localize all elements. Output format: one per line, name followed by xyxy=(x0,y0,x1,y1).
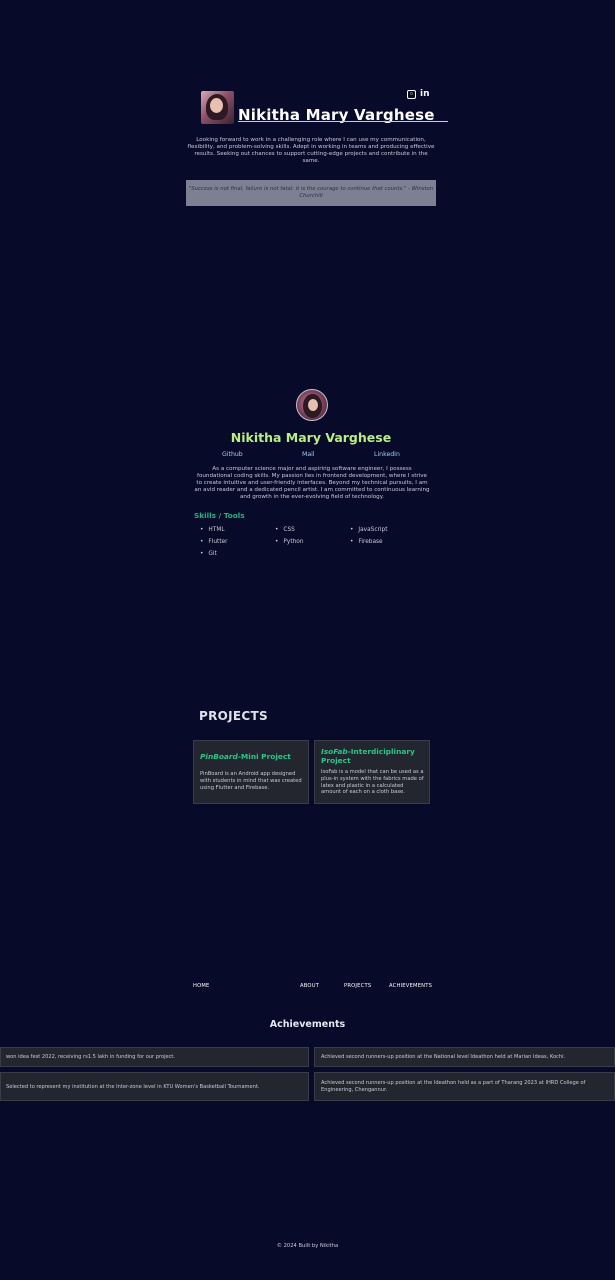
project-title: PinBoard-Mini Project xyxy=(200,752,291,761)
skill-item: CSS xyxy=(275,527,294,533)
nav-about[interactable]: ABOUT xyxy=(300,983,319,989)
project-card-isofab[interactable]: IsoFab-Interdiciplinary Project IsoFab i… xyxy=(314,740,430,804)
github-icon[interactable]: ◦ xyxy=(407,89,416,99)
quote-text: "Success is not final, failure is not fa… xyxy=(188,186,434,199)
nav-achievements[interactable]: ACHIEVEMENTS xyxy=(389,983,432,989)
social-icons: ◦ in xyxy=(407,89,430,99)
achievement-card: Selected to represent my institution at … xyxy=(0,1072,309,1101)
achievement-text: Achieved second runners-up position at t… xyxy=(321,1080,586,1093)
projects-title: PROJECTS xyxy=(199,709,268,723)
hero-divider xyxy=(238,121,448,122)
linkedin-link[interactable]: LinkedIn xyxy=(374,451,400,458)
hero-avatar xyxy=(201,91,234,124)
skill-item: Flutter xyxy=(200,539,227,545)
project-card-pinboard[interactable]: PinBoard-Mini Project PinBoard is an And… xyxy=(193,740,309,804)
hero-summary: Looking forward to work in a challenging… xyxy=(187,137,435,164)
achievement-text: Selected to represent my institution at … xyxy=(6,1084,260,1090)
achievement-card: Achieved second runners-up position at t… xyxy=(314,1072,615,1101)
footer: © 2024 Built by Nikitha xyxy=(276,1243,339,1249)
skill-item: JavaScript xyxy=(350,527,387,533)
linkedin-icon[interactable]: in xyxy=(420,89,430,99)
nav-projects[interactable]: PROJECTS xyxy=(344,983,371,989)
mail-link[interactable]: Mail xyxy=(302,451,315,458)
about-text: As a computer science major and aspiring… xyxy=(194,466,430,500)
about-name: Nikitha Mary Varghese xyxy=(230,430,392,445)
about-avatar xyxy=(296,389,328,421)
achievement-text: won idea fest 2022, receiving rs1.5 lakh… xyxy=(6,1054,176,1060)
project-title: IsoFab-Interdiciplinary Project xyxy=(321,747,415,765)
nav-home[interactable]: HOME xyxy=(193,983,210,989)
project-description: IsoFab is a model that can be used as a … xyxy=(321,769,424,796)
achievement-text: Achieved second runners-up position at t… xyxy=(321,1054,566,1060)
skill-item: Git xyxy=(200,551,216,557)
achievements-title: Achievements xyxy=(269,1019,346,1030)
achievement-card: won idea fest 2022, receiving rs1.5 lakh… xyxy=(0,1047,309,1067)
achievement-card: Achieved second runners-up position at t… xyxy=(314,1047,615,1067)
skills-title: Skills / Tools xyxy=(194,511,245,520)
skill-item: Python xyxy=(275,539,303,545)
github-link[interactable]: Github xyxy=(222,451,243,458)
skill-item: HTML xyxy=(200,527,224,533)
skill-item: Firebase xyxy=(350,539,382,545)
project-description: PinBoard is an Android app designed with… xyxy=(200,771,302,791)
